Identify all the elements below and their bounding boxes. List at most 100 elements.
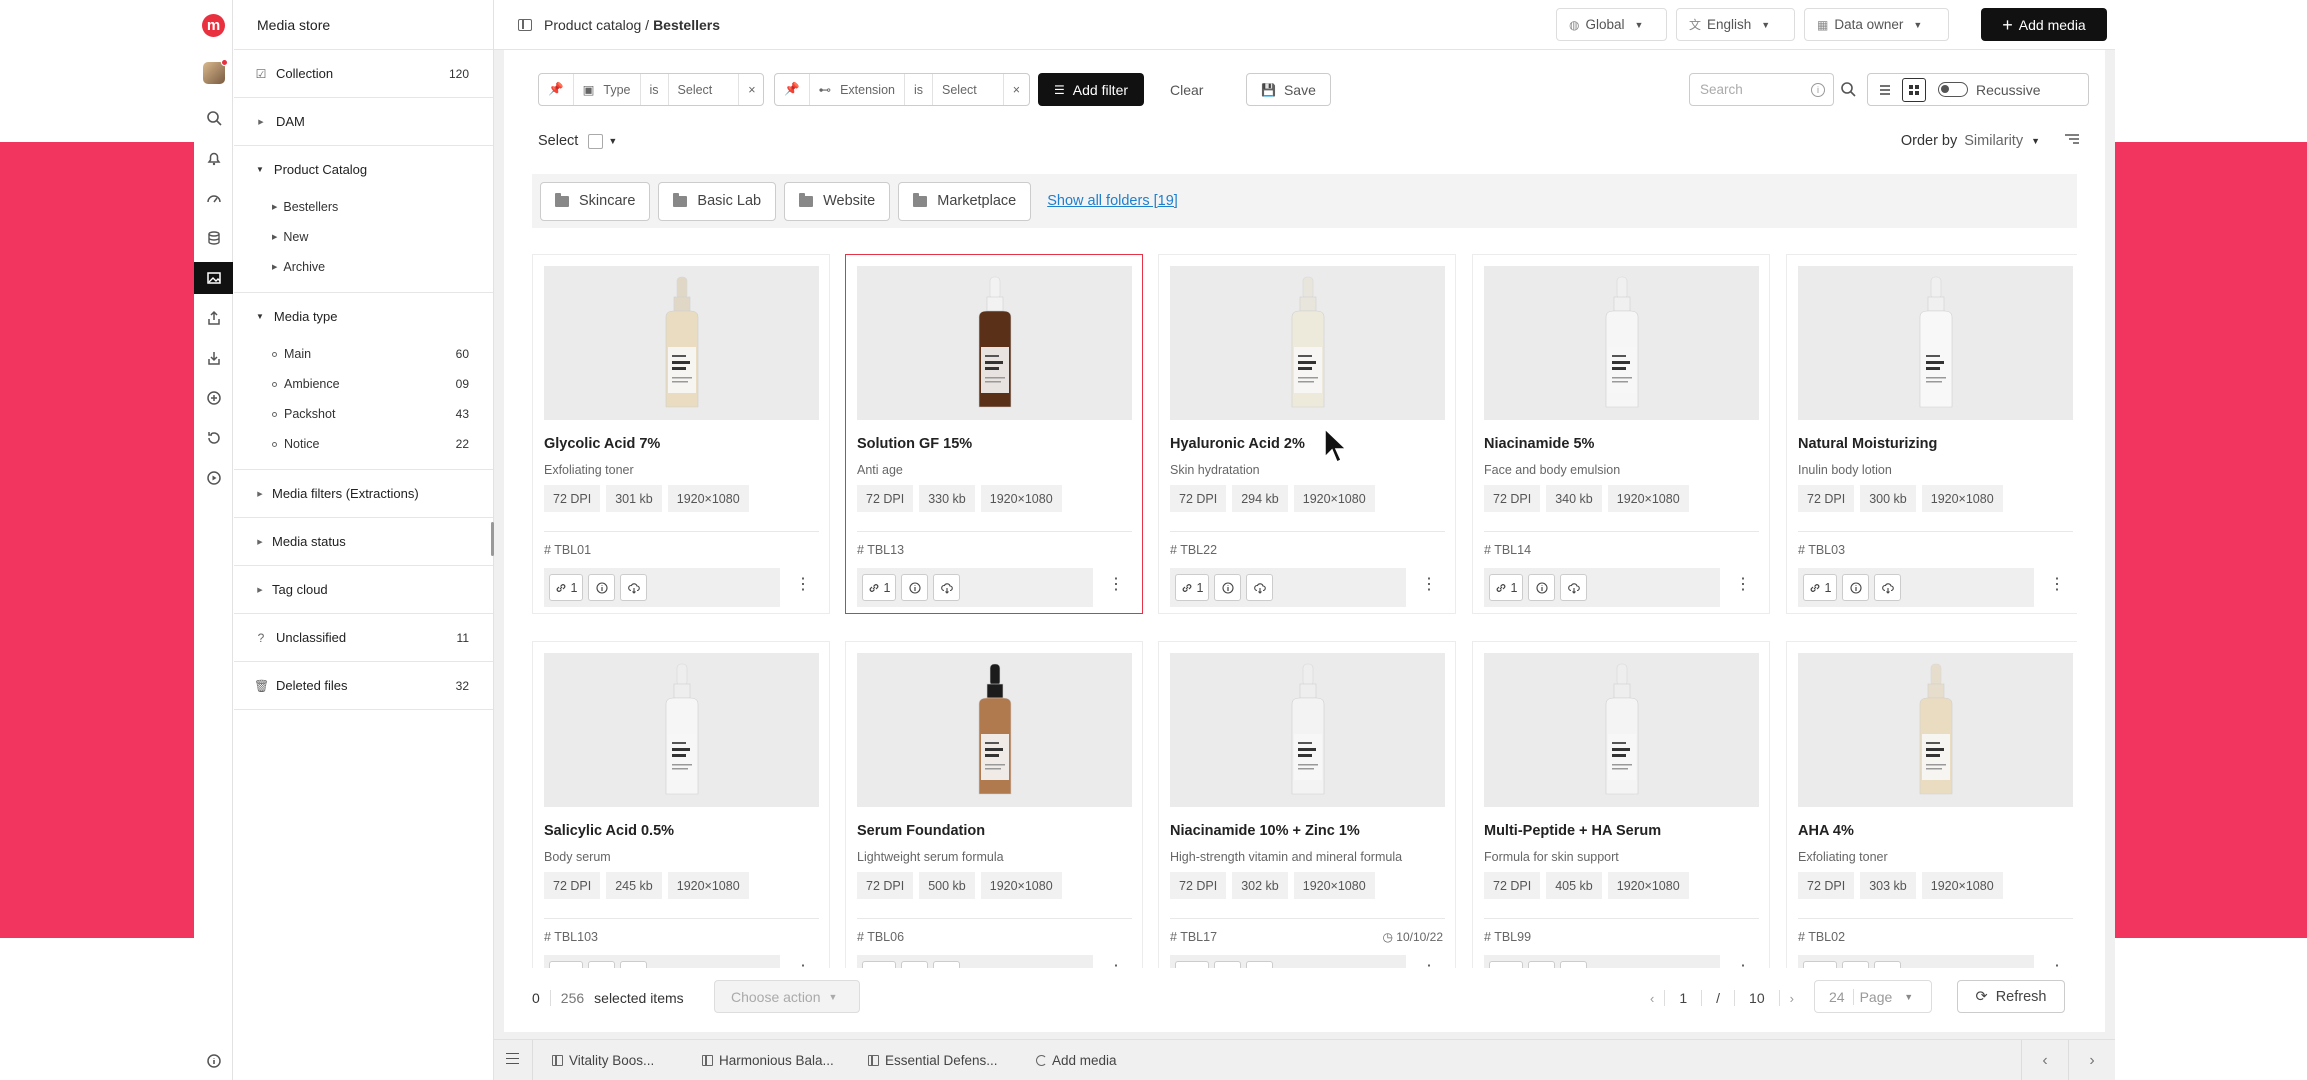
more-options-icon[interactable]: ⋮ [2049,577,2065,593]
grid-view-icon[interactable] [1902,77,1926,102]
product-image[interactable] [1170,653,1445,807]
info-button[interactable] [1528,961,1556,968]
database-icon[interactable] [202,226,225,249]
media-card[interactable]: Niacinamide 5% Face and body emulsion 72 D… [1472,254,1770,614]
info-button[interactable] [1528,574,1556,601]
product-image[interactable] [1798,266,2073,420]
share-icon[interactable] [202,306,225,329]
product-image[interactable] [857,653,1132,807]
remove-filter-button[interactable]: × [1002,74,1029,105]
media-card[interactable]: Natural Moisturizing Inulin body lotion 72… [1786,254,2077,614]
card-title[interactable]: Natural Moisturizing [1798,436,1937,452]
card-title[interactable]: Hyaluronic Acid 2% [1170,436,1305,452]
product-image[interactable] [544,653,819,807]
info-button[interactable] [588,961,616,968]
card-title[interactable]: Solution GF 15% [857,436,972,452]
more-options-icon[interactable]: ⋮ [795,577,811,593]
links-button[interactable]: 1 [549,574,584,601]
per-page-dropdown[interactable]: 24 Page ▼ [1814,980,1932,1013]
sidebar-item-media-status[interactable]: ▶ Media status [234,518,493,566]
download-button[interactable] [1246,961,1274,968]
folder-skincare[interactable]: Skincare [540,181,651,221]
save-button[interactable]: 💾 Save [1246,73,1331,106]
card-title[interactable]: Glycolic Acid 7% [544,436,660,452]
download-button[interactable] [620,961,648,968]
download-icon[interactable] [202,346,225,369]
filter-value-select[interactable]: Select [667,74,739,105]
select-control[interactable]: Select ▼ [538,133,617,149]
more-options-icon[interactable]: ⋮ [1421,577,1437,593]
info-button[interactable] [588,574,616,601]
download-button[interactable] [1874,961,1902,968]
links-button[interactable]: 1 [549,961,584,968]
sort-direction-icon[interactable] [2064,133,2080,149]
filter-operator[interactable]: is [639,74,668,105]
sidebar-item-bestellers[interactable]: ▶ Bestellers [234,192,493,222]
prev-page-button[interactable]: ‹ [1650,991,1654,1006]
task-tab[interactable]: Vitality Boos... [552,1040,654,1080]
search-icon[interactable] [1840,81,1856,97]
card-title[interactable]: Salicylic Acid 0.5% [544,823,674,839]
more-options-icon[interactable]: ⋮ [1108,577,1124,593]
links-button[interactable]: 1 [862,961,897,968]
download-button[interactable] [1874,574,1902,601]
info-button[interactable] [1842,574,1870,601]
app-logo[interactable]: m [202,14,225,37]
avatar[interactable] [203,59,228,84]
download-button[interactable] [933,961,961,968]
links-button[interactable]: 1 [1803,574,1838,601]
product-image[interactable] [544,266,819,420]
task-tab-add-media[interactable]: Add media [1036,1040,1117,1080]
play-icon[interactable] [202,466,225,489]
sidebar-item-archive[interactable]: ▶ Archive [234,252,493,282]
order-value[interactable]: Similarity [1964,133,2023,149]
sidebar-item-packshot[interactable]: Packshot 43 [234,399,493,429]
language-dropdown[interactable]: 文 English ▼ [1676,8,1795,41]
sidebar-item-unclassified[interactable]: ? Unclassified 11 [234,614,493,662]
info-button[interactable] [901,961,929,968]
media-card[interactable]: Niacinamide 10% + Zinc 1% High-strength v… [1158,641,1456,968]
media-card[interactable]: Serum Foundation Lightweight serum formul… [845,641,1143,968]
product-image[interactable] [1484,653,1759,807]
caret-down-icon[interactable]: ▼ [2031,136,2040,146]
scope-dropdown[interactable]: ◍ Global ▼ [1556,8,1667,41]
order-by[interactable]: Order by Similarity ▼ [1901,133,2080,149]
card-title[interactable]: AHA 4% [1798,823,1854,839]
sidebar-item-notice[interactable]: Notice 22 [234,429,493,459]
add-media-button[interactable]: + Add media [1981,8,2107,41]
links-button[interactable]: 1 [1175,961,1210,968]
next-page-button[interactable]: › [1790,991,1794,1006]
download-button[interactable] [620,574,648,601]
filter-extension[interactable]: 📌 ⊷ Extension is Select × [774,73,1030,106]
product-image[interactable] [857,266,1132,420]
recursive-toggle[interactable] [1938,82,1968,97]
pin-icon[interactable]: 📌 [539,74,573,105]
links-button[interactable]: 1 [1489,961,1524,968]
menu-icon[interactable] [506,1053,519,1064]
plus-circle-icon[interactable] [202,386,225,409]
sidebar-item-media-filters[interactable]: ▶ Media filters (Extractions) [234,470,493,518]
info-icon[interactable] [202,1049,225,1072]
bell-icon[interactable] [202,146,225,169]
links-button[interactable]: 1 [1489,574,1524,601]
taskbar-next-button[interactable]: › [2068,1040,2115,1080]
links-button[interactable]: 1 [862,574,897,601]
product-image[interactable] [1170,266,1445,420]
media-card[interactable]: Solution GF 15% Anti age 72 DPI 330 kb 1920×… [845,254,1143,614]
task-tab[interactable]: Harmonious Bala... [702,1040,834,1080]
sidebar-item-new[interactable]: ▶ New [234,222,493,252]
data-owner-dropdown[interactable]: ▦ Data owner ▼ [1804,8,1949,41]
task-tab[interactable]: Essential Defens... [868,1040,998,1080]
panel-toggle-icon[interactable] [518,19,532,31]
media-card[interactable]: Salicylic Acid 0.5% Body serum 72 DPI 245 k… [532,641,830,968]
product-image[interactable] [1484,266,1759,420]
filter-operator[interactable]: is [903,74,932,105]
folder-website[interactable]: Website [784,181,891,221]
filter-type[interactable]: 📌 ▣ Type is Select × [538,73,764,106]
info-button[interactable] [1842,961,1870,968]
more-options-icon[interactable]: ⋮ [1735,577,1751,593]
clear-button[interactable]: Clear [1158,73,1215,106]
history-icon[interactable] [202,426,225,449]
folder-marketplace[interactable]: Marketplace [898,181,1032,221]
media-card[interactable]: Hyaluronic Acid 2% Skin hydratation 72 DPI… [1158,254,1456,614]
